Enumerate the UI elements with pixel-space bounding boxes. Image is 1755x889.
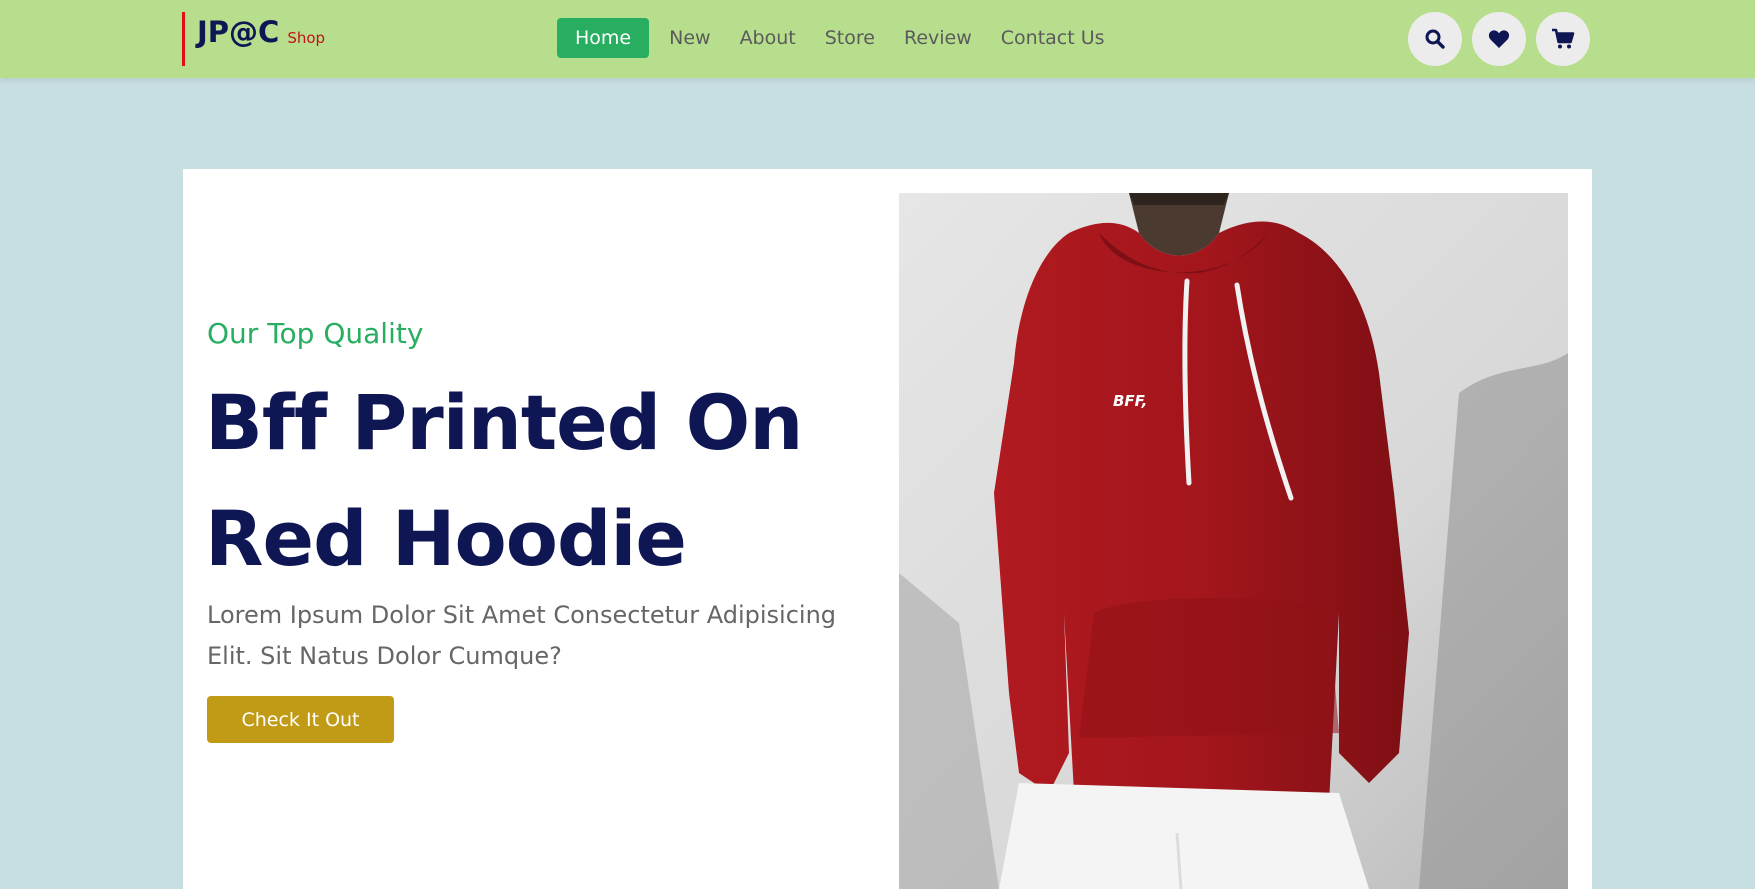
hoodie-photo: BFF, xyxy=(899,193,1568,889)
hero-description: Lorem Ipsum Dolor Sit Amet Consectetur A… xyxy=(207,601,837,670)
nav-about[interactable]: About xyxy=(731,18,805,58)
site-header: JP@C Shop Home New About Store Review Co… xyxy=(0,0,1755,78)
wishlist-button[interactable] xyxy=(1472,12,1526,66)
hero-image: BFF, xyxy=(899,193,1568,889)
search-button[interactable] xyxy=(1408,12,1462,66)
check-it-out-button[interactable]: Check It Out xyxy=(207,696,394,743)
brand-name: JP@C xyxy=(197,15,280,49)
nav-contact-us[interactable]: Contact Us xyxy=(992,18,1114,58)
header-actions xyxy=(1408,12,1600,66)
heart-icon xyxy=(1488,30,1510,48)
nav-new[interactable]: New xyxy=(660,18,719,58)
hero-headline: Bff Printed On Red Hoodie xyxy=(205,378,803,583)
nav-review[interactable]: Review xyxy=(895,18,981,58)
hero-card: Our Top Quality Bff Printed On Red Hoodi… xyxy=(183,169,1592,889)
brand-logo[interactable]: JP@C Shop xyxy=(182,12,325,66)
nav-home[interactable]: Home xyxy=(557,18,650,58)
nav-store[interactable]: Store xyxy=(816,18,884,58)
brand-suffix: Shop xyxy=(287,29,326,47)
cart-button[interactable] xyxy=(1536,12,1590,66)
cart-icon xyxy=(1552,28,1575,49)
search-icon xyxy=(1425,29,1445,49)
main-nav: Home New About Store Review Contact Us xyxy=(557,18,1125,58)
hoodie-print-text: BFF, xyxy=(1113,392,1147,410)
hero-eyebrow: Our Top Quality xyxy=(207,317,424,350)
